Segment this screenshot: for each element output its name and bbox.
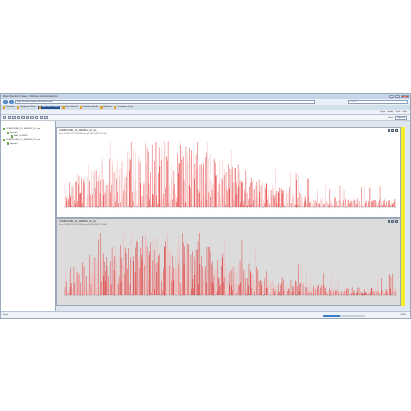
- favorite-label: Favorites: [5, 106, 15, 109]
- zoom-icon[interactable]: [387, 129, 391, 132]
- export-icon[interactable]: [391, 129, 395, 132]
- toolbar-button-icon[interactable]: [12, 115, 16, 120]
- favorite-link[interactable]: Free Hotmail: [62, 106, 78, 109]
- sample-tree: COMPOUND_12_0082012_01_ms Spectra MS1 (1-2…: [1, 121, 56, 311]
- toolbar-button-icon[interactable]: [39, 115, 44, 120]
- toolbar-button-icon[interactable]: [21, 115, 25, 120]
- spectrum-plot-2[interactable]: [57, 219, 401, 306]
- zoom-level[interactable]: 100%: [400, 314, 406, 316]
- status-bar: Done 100%: [1, 311, 410, 318]
- scan-marker[interactable]: [401, 127, 405, 306]
- tree-item-label: MS1 (1-2000): [13, 135, 28, 138]
- favorite-label: Free Hotmail: [65, 106, 78, 109]
- favorite-link[interactable]: Windows: [100, 106, 113, 109]
- favorite-link[interactable]: Customize Links: [114, 106, 134, 109]
- status-text: Done: [3, 314, 9, 316]
- zoom-icon[interactable]: [387, 220, 391, 223]
- command-menu[interactable]: Tools: [395, 111, 400, 113]
- back-arrow-icon[interactable]: ‹: [3, 99, 8, 105]
- favorite-label: Windows Media: [82, 106, 99, 109]
- minimize-button[interactable]: _: [389, 94, 394, 98]
- tree-item-label: Spectra: [9, 131, 18, 134]
- search-input[interactable]: Search: [348, 100, 408, 104]
- view-selector: View: Spectra: [388, 115, 410, 120]
- tree-item-label: COMPOUND_12_0082012_01_ms: [5, 128, 41, 131]
- tree-item[interactable]: Spectra: [7, 142, 18, 145]
- spectrum-panel-2: COMPOUND_12_0082013_01_ms Scan 1-2000 RT…: [56, 218, 401, 306]
- favorite-label: Windows: [103, 106, 113, 109]
- view-label: View:: [388, 116, 394, 119]
- toolbar-button-icon[interactable]: [16, 115, 21, 120]
- favorite-label: Customize Links: [117, 106, 134, 109]
- toolbar-button-icon[interactable]: [25, 115, 30, 120]
- spectrum-peaks: [64, 141, 396, 207]
- favorite-label: Suggested Sites: [19, 106, 36, 109]
- favorite-label: Web Slice Gallery: [41, 106, 60, 109]
- progress-fill: [323, 314, 340, 317]
- tree-item[interactable]: COMPOUND_12_0082012_01_ms: [3, 128, 41, 131]
- export-icon[interactable]: [391, 220, 395, 223]
- spectrum-peaks: [64, 233, 396, 295]
- toolbar-button-icon[interactable]: [7, 115, 11, 120]
- maximize-button[interactable]: □: [395, 94, 400, 98]
- tree-item[interactable]: COMPOUND_12_0082013_01_ms: [3, 138, 41, 142]
- spectrum-panel-1: COMPOUND_12_0082012_01_ms Scan 1-2000 RT…: [56, 127, 401, 218]
- tree-item[interactable]: Spectra: [7, 131, 18, 134]
- toolbar-button-icon[interactable]: [35, 115, 39, 120]
- spectrum-plot-1[interactable]: [57, 128, 401, 218]
- window-controls: _ □ X: [389, 94, 409, 98]
- tree-item[interactable]: MS1 (1-2000): [11, 135, 28, 138]
- favorite-link[interactable]: Web Slice Gallery: [37, 106, 61, 109]
- command-menu[interactable]: Page: [380, 111, 385, 113]
- spectrum-subtitle-1: Scan 1-2000 RT 0.12-24.98 min m/z 100-20…: [59, 132, 107, 135]
- toolbar-button-icon[interactable]: [3, 115, 7, 120]
- spectrum-subtitle-2: Scan 1-2000 RT 0.12-24.98 min m/z 100-20…: [59, 223, 107, 226]
- app-toolbar: View: Spectra: [1, 115, 410, 121]
- panel-tools-2: [387, 220, 398, 223]
- toolbar-button-icon[interactable]: [30, 115, 34, 120]
- close-panel-icon[interactable]: [395, 220, 398, 223]
- favorite-link[interactable]: Suggested Sites: [16, 106, 36, 109]
- panel-tools-1: [387, 129, 398, 132]
- forward-arrow-icon[interactable]: ›: [9, 99, 14, 105]
- command-menu[interactable]: Safety: [387, 111, 393, 113]
- window-title: Mass Spectrum Viewer - Windows Internet …: [3, 95, 58, 98]
- close-panel-icon[interactable]: [395, 129, 398, 132]
- toolbar-button-icon[interactable]: [44, 115, 48, 120]
- progress-bar: [323, 314, 365, 317]
- close-button[interactable]: X: [401, 94, 409, 98]
- command-menu[interactable]: Help: [403, 111, 408, 113]
- url-input[interactable]: http://localhost/spectrum/viewer.aspx: [15, 100, 315, 104]
- view-dropdown[interactable]: Spectra: [395, 115, 407, 120]
- tree-item-label: COMPOUND_12_0082013_01_ms: [5, 138, 41, 141]
- favorite-link[interactable]: Windows Media: [79, 106, 99, 109]
- tree-item-label: Spectra: [9, 142, 18, 145]
- favorite-link[interactable]: Favorites: [3, 106, 15, 109]
